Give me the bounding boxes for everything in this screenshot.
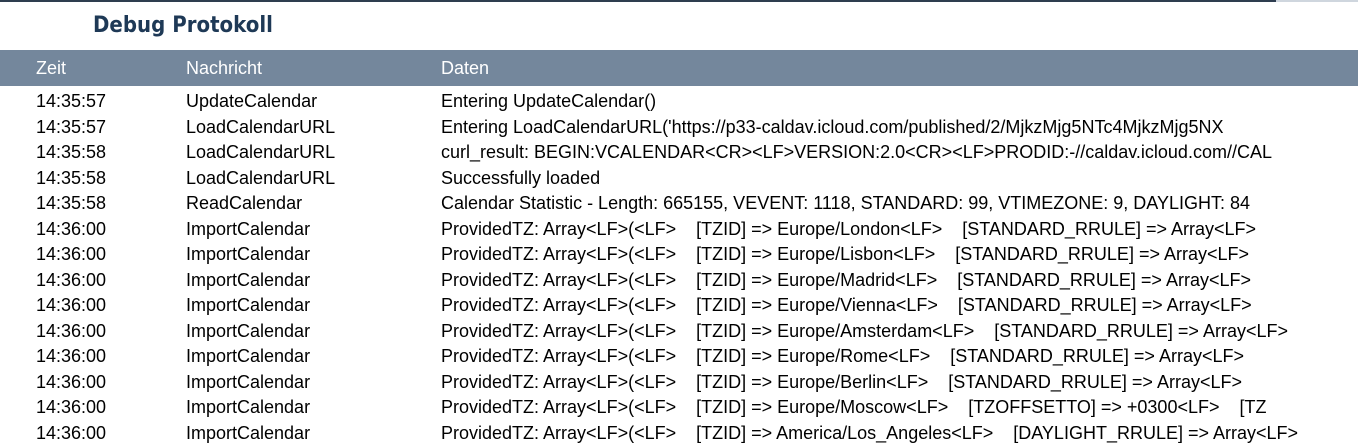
cell-data: Successfully loaded bbox=[441, 167, 601, 188]
cell-data: ProvidedTZ: Array<LF>(<LF> [TZID] => Eur… bbox=[441, 244, 1250, 264]
cell-data: ProvidedTZ: Array<LF>(<LF> [TZID] => Eur… bbox=[441, 269, 1251, 290]
cell-time: 14:36:00 bbox=[36, 269, 107, 290]
cell-data: ProvidedTZ: Array<LF>(<LF> [TZID] => Eur… bbox=[441, 320, 1288, 341]
cell-message: ImportCalendar bbox=[186, 244, 311, 264]
cell-time: 14:35:58 bbox=[36, 142, 107, 162]
cell-time: 14:36:00 bbox=[36, 397, 107, 417]
cell-time: 14:35:58 bbox=[36, 167, 107, 188]
cell-message: LoadCalendarURL bbox=[186, 142, 336, 162]
table-row: 14:35:57 LoadCalendarURL Entering LoadCa… bbox=[0, 115, 1358, 141]
cell-time: 14:36:00 bbox=[36, 320, 107, 341]
cell-data: Calendar Statistic - Length: 665155, VEV… bbox=[441, 193, 1251, 213]
cell-message: ImportCalendar bbox=[186, 218, 311, 239]
column-header-message[interactable]: Nachricht bbox=[186, 50, 441, 86]
table-row: 14:35:58 ReadCalendar Calendar Statistic… bbox=[0, 191, 1358, 217]
cell-data: Entering UpdateCalendar() bbox=[441, 91, 657, 111]
cell-data: ProvidedTZ: Array<LF>(<LF> [TZID] => Eur… bbox=[441, 397, 1267, 417]
cell-message: ImportCalendar bbox=[186, 269, 311, 290]
table-row: 14:36:00 ImportCalendar ProvidedTZ: Arra… bbox=[0, 344, 1358, 370]
table-row: 14:36:00 ImportCalendar ProvidedTZ: Arra… bbox=[0, 370, 1358, 396]
table-row: 14:36:00 ImportCalendar ProvidedTZ: Arra… bbox=[0, 421, 1358, 444]
table-row: 14:36:00 ImportCalendar ProvidedTZ: Arra… bbox=[0, 395, 1358, 421]
cell-time: 14:36:00 bbox=[36, 422, 107, 443]
cell-time: 14:36:00 bbox=[36, 218, 107, 239]
cell-data: curl_result: BEGIN:VCALENDAR<CR><LF>VERS… bbox=[441, 142, 1272, 162]
cell-time: 14:35:58 bbox=[36, 193, 107, 213]
cell-time: 14:35:57 bbox=[36, 91, 107, 111]
table-row: 14:35:58 LoadCalendarURL curl_result: BE… bbox=[0, 140, 1358, 166]
cell-message: LoadCalendarURL bbox=[186, 167, 336, 188]
cell-time: 14:36:00 bbox=[36, 244, 107, 264]
cell-data: Entering LoadCalendarURL('https://p33-ca… bbox=[441, 116, 1224, 137]
table-row: 14:36:00 ImportCalendar ProvidedTZ: Arra… bbox=[0, 293, 1358, 319]
cell-data: ProvidedTZ: Array<LF>(<LF> [TZID] => Ame… bbox=[441, 422, 1299, 443]
table-row: 14:36:00 ImportCalendar ProvidedTZ: Arra… bbox=[0, 242, 1358, 268]
cell-data: ProvidedTZ: Array<LF>(<LF> [TZID] => Eur… bbox=[441, 346, 1244, 366]
cell-time: 14:36:00 bbox=[36, 346, 107, 366]
cell-message: ImportCalendar bbox=[186, 320, 311, 341]
table-body: 14:35:57 UpdateCalendar Entering UpdateC… bbox=[0, 86, 1358, 444]
table-row: 14:36:00 ImportCalendar ProvidedTZ: Arra… bbox=[0, 268, 1358, 294]
debug-log-table: Zeit Nachricht Daten 14:35:57 UpdateCale… bbox=[0, 50, 1358, 444]
page-title: Debug Protokoll bbox=[93, 13, 273, 38]
cell-message: ImportCalendar bbox=[186, 371, 311, 392]
cell-message: ImportCalendar bbox=[186, 295, 311, 315]
cell-time: 14:36:00 bbox=[36, 295, 107, 315]
cell-message: UpdateCalendar bbox=[186, 91, 318, 111]
top-border bbox=[0, 0, 1276, 2]
column-header-data[interactable]: Daten bbox=[441, 50, 1358, 86]
cell-message: ImportCalendar bbox=[186, 422, 311, 443]
top-border-light bbox=[1276, 0, 1358, 2]
table-row: 14:36:00 ImportCalendar ProvidedTZ: Arra… bbox=[0, 319, 1358, 345]
table-row: 14:36:00 ImportCalendar ProvidedTZ: Arra… bbox=[0, 217, 1358, 243]
cell-message: ReadCalendar bbox=[186, 193, 303, 213]
column-header-time[interactable]: Zeit bbox=[0, 50, 186, 86]
table-header: Zeit Nachricht Daten bbox=[0, 50, 1358, 86]
cell-data: ProvidedTZ: Array<LF>(<LF> [TZID] => Eur… bbox=[441, 371, 1242, 392]
cell-time: 14:36:00 bbox=[36, 371, 107, 392]
table-row: 14:35:57 UpdateCalendar Entering UpdateC… bbox=[0, 86, 1358, 115]
cell-message: ImportCalendar bbox=[186, 346, 311, 366]
cell-data: ProvidedTZ: Array<LF>(<LF> [TZID] => Eur… bbox=[441, 295, 1252, 315]
cell-message: ImportCalendar bbox=[186, 397, 311, 417]
header-row: Zeit Nachricht Daten bbox=[0, 50, 1358, 86]
cell-data: ProvidedTZ: Array<LF>(<LF> [TZID] => Eur… bbox=[441, 218, 1257, 239]
cell-time: 14:35:57 bbox=[36, 116, 107, 137]
table-row: 14:35:58 LoadCalendarURL Successfully lo… bbox=[0, 166, 1358, 192]
cell-message: LoadCalendarURL bbox=[186, 116, 336, 137]
